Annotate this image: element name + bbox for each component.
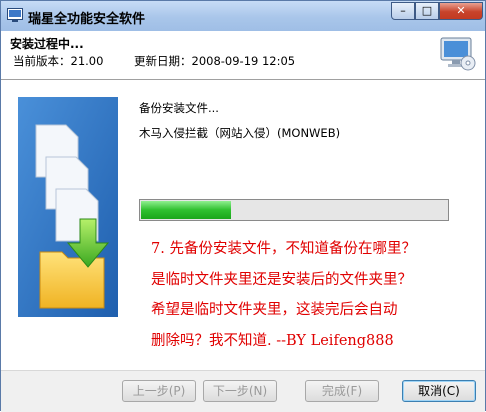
- app-icon: [7, 8, 23, 22]
- annotation-line: 7. 先备份安装文件，不知道备份在哪里？: [151, 241, 416, 257]
- prev-button[interactable]: 上一步(P): [122, 380, 196, 402]
- annotation-overlay: 7. 先备份安装文件，不知道备份在哪里？ 是临时文件夹里还是安装后的文件夹里？ …: [151, 234, 486, 356]
- update-date: 更新日期：2008-09-19 12:05: [134, 54, 296, 68]
- minimize-button[interactable]: –: [391, 2, 415, 20]
- install-status-title: 安装过程中...: [10, 37, 84, 51]
- progress-fill: [141, 201, 232, 219]
- next-button[interactable]: 下一步(N): [203, 380, 277, 402]
- button-bar: 上一步(P) 下一步(N) 完成(F) 取消(C): [1, 370, 485, 412]
- annotation-line: 希望是临时文件夹里，这装完后会自动: [151, 302, 398, 318]
- finish-button[interactable]: 完成(F): [305, 380, 379, 402]
- header-panel: 安装过程中... 当前版本：21.00 更新日期：2008-09-19 12:0…: [1, 31, 485, 80]
- window-title: 瑞星全功能安全软件: [28, 12, 146, 27]
- current-step-text: 备份安装文件...: [139, 101, 219, 115]
- close-button[interactable]: ✕: [439, 2, 483, 20]
- current-component-text: 木马入侵拦截（网站入侵）(MONWEB): [139, 126, 341, 140]
- annotation-line: 是临时文件夹里还是安装后的文件夹里？: [151, 271, 412, 288]
- backup-files-graphic: [18, 97, 118, 317]
- install-progress-bar: [139, 199, 449, 221]
- content-area: 备份安装文件... 木马入侵拦截（网站入侵）(MONWEB) 7. 先备份安装文…: [1, 80, 485, 370]
- installer-window: 瑞星全功能安全软件 – □ ✕ 安装过程中... 当前版本：21.00 更新日期…: [0, 0, 486, 412]
- monitor-cd-icon: [440, 37, 476, 71]
- current-version: 当前版本：21.00: [13, 54, 104, 68]
- title-bar[interactable]: 瑞星全功能安全软件 – □ ✕: [1, 1, 485, 31]
- maximize-button[interactable]: □: [415, 2, 439, 20]
- annotation-line: 删除吗？我不知道. --BY Leifeng888: [151, 332, 394, 349]
- cancel-button[interactable]: 取消(C): [402, 380, 476, 402]
